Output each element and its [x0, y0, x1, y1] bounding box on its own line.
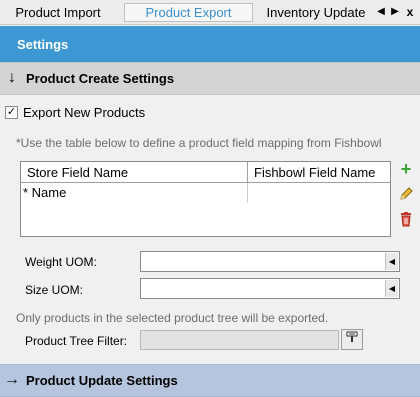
export-new-products-label: Export New Products: [23, 105, 146, 120]
section-title: Product Update Settings: [26, 373, 178, 388]
tab-bar: Product Import Product Export Inventory …: [0, 0, 420, 25]
weight-uom-label: Weight UOM:: [25, 255, 97, 269]
export-new-products-checkbox[interactable]: ✓: [5, 106, 18, 119]
tab-close-icon[interactable]: x: [404, 4, 416, 20]
trash-icon[interactable]: [398, 211, 414, 227]
tree-picker-icon[interactable]: [341, 329, 363, 350]
product-create-panel: ✓ Export New Products *Use the table bel…: [0, 96, 420, 364]
tree-note: Only products in the selected product tr…: [16, 311, 329, 325]
settings-header: Settings: [0, 26, 420, 62]
column-header-fishbowl-field[interactable]: Fishbowl Field Name: [248, 162, 390, 183]
section-title: Product Create Settings: [26, 71, 175, 86]
product-update-settings-header[interactable]: → Product Update Settings: [0, 364, 420, 397]
arrow-down-icon: ↓: [8, 69, 16, 86]
column-header-store-field[interactable]: Store Field Name: [21, 162, 248, 183]
weight-uom-select[interactable]: ◀: [140, 251, 400, 272]
product-tree-filter-label: Product Tree Filter:: [25, 334, 128, 348]
pencil-icon[interactable]: [398, 186, 414, 202]
dropdown-arrow-icon[interactable]: ◀: [385, 253, 398, 270]
product-create-settings-header[interactable]: ↓ Product Create Settings: [0, 62, 420, 95]
field-mapping-table: Store Field Name Fishbowl Field Name * N…: [20, 161, 391, 237]
table-row[interactable]: * Name: [21, 183, 390, 203]
table-header: Store Field Name Fishbowl Field Name: [21, 162, 390, 183]
dropdown-arrow-icon[interactable]: ◀: [385, 280, 398, 297]
add-row-button[interactable]: +: [398, 160, 414, 178]
tab-product-import[interactable]: Product Import: [2, 3, 114, 22]
arrow-right-icon: →: [4, 371, 20, 388]
tab-inventory-update[interactable]: Inventory Update: [262, 3, 370, 22]
size-uom-label: Size UOM:: [25, 283, 84, 297]
table-cell-store-field[interactable]: * Name: [21, 183, 248, 203]
size-uom-select[interactable]: ◀: [140, 278, 400, 299]
tab-product-export[interactable]: Product Export: [124, 3, 253, 22]
product-tree-filter-input[interactable]: [140, 330, 339, 350]
mapping-hint: *Use the table below to define a product…: [16, 136, 382, 150]
tab-scroll-left-icon[interactable]: ◀: [375, 4, 387, 20]
settings-title: Settings: [17, 37, 69, 52]
tab-scroll-right-icon[interactable]: ▶: [389, 4, 401, 20]
